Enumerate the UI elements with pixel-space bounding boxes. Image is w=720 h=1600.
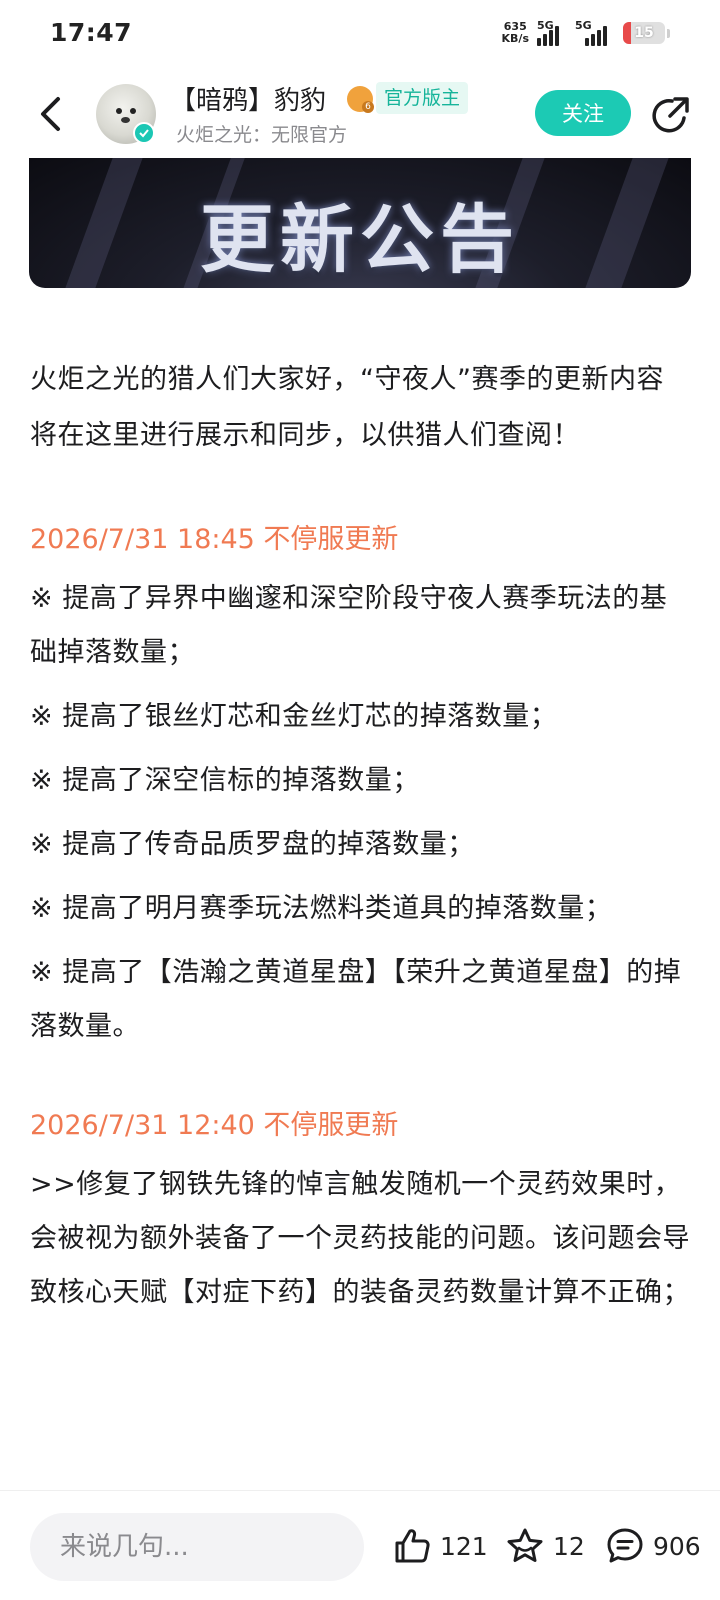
- signal-icon: 5G: [537, 19, 567, 46]
- battery-icon: 15: [623, 22, 665, 44]
- share-button[interactable]: [650, 94, 692, 136]
- list-item: ※ 提高了深空信标的掉落数量；: [30, 765, 420, 796]
- list-item: ※ 提高了传奇品质罗盘的掉落数量；: [30, 829, 475, 860]
- scroll-fade: [0, 1440, 720, 1490]
- follow-button[interactable]: 关注: [535, 90, 631, 136]
- level-icon: 6: [347, 86, 374, 113]
- favorite-count: 12: [553, 1531, 585, 1561]
- list-item: ※ 提高了异界中幽邃和深空阶段守夜人赛季玩法的基础掉落数量；: [30, 583, 668, 668]
- bottom-action-bar: 来说几句... 121 12 906: [0, 1490, 720, 1600]
- network-speed: 635 KB/s: [502, 21, 529, 45]
- comment-input[interactable]: 来说几句...: [30, 1513, 364, 1581]
- intro-paragraph: 火炬之光的猎人们大家好，“守夜人”赛季的更新内容将在这里进行展示和同步，以供猎人…: [30, 364, 664, 451]
- banner-title: 更新公告: [200, 197, 520, 283]
- comment-count: 906: [653, 1531, 701, 1561]
- status-icons: 635 KB/s 5G 5G 15: [502, 18, 670, 48]
- admin-badge: 官方版主: [376, 82, 469, 114]
- signal-icon-2: 5G: [575, 19, 615, 46]
- favorite-button[interactable]: 12: [505, 1521, 585, 1571]
- sim1-label: 5G: [537, 19, 554, 32]
- update-banner-image[interactable]: 更新公告: [29, 158, 691, 288]
- network-speed-unit: KB/s: [501, 32, 529, 45]
- chevron-left-icon: [41, 97, 60, 131]
- status-bar: 17:47 635 KB/s 5G 5G 15: [0, 0, 720, 70]
- battery-level: 15: [634, 25, 654, 41]
- list-item: ※ 提高了银丝灯芯和金丝灯芯的掉落数量；: [30, 701, 558, 732]
- post-header: 【暗鸦】豹豹 6 官方版主 火炬之光：无限官方 关注: [0, 70, 720, 158]
- section-title: 2026/7/31 12:40 不停服更新: [30, 1110, 399, 1141]
- comment-bubble-icon: [607, 1528, 643, 1563]
- like-count: 121: [440, 1531, 488, 1561]
- share-icon: [652, 97, 689, 133]
- sim2-label: 5G: [575, 19, 592, 32]
- author-subtitle: 火炬之光：无限官方: [176, 124, 348, 146]
- list-item: ※ 提高了【浩瀚之黄道星盘】【荣升之黄道星盘】的掉落数量。: [30, 957, 682, 1042]
- comment-button[interactable]: 906: [605, 1521, 701, 1571]
- check-icon: [139, 129, 149, 138]
- like-button[interactable]: 121: [392, 1521, 488, 1571]
- list-item: >>修复了钢铁先锋的悼言触发随机一个灵药效果时，会被视为额外装备了一个灵药技能的…: [30, 1169, 690, 1308]
- thumbs-up-icon: [395, 1529, 430, 1563]
- star-icon: [507, 1528, 543, 1562]
- level-number: 6: [362, 101, 374, 113]
- verified-icon: [133, 122, 155, 144]
- author-name[interactable]: 【暗鸦】豹豹: [170, 80, 326, 117]
- back-button[interactable]: [32, 94, 68, 134]
- section-title: 2026/7/31 18:45 不停服更新: [30, 524, 399, 555]
- article-body: 火炬之光的猎人们大家好，“守夜人”赛季的更新内容将在这里进行展示和同步，以供猎人…: [30, 352, 690, 1320]
- list-item: ※ 提高了明月赛季玩法燃料类道具的掉落数量；: [30, 893, 613, 924]
- status-time: 17:47: [50, 18, 133, 47]
